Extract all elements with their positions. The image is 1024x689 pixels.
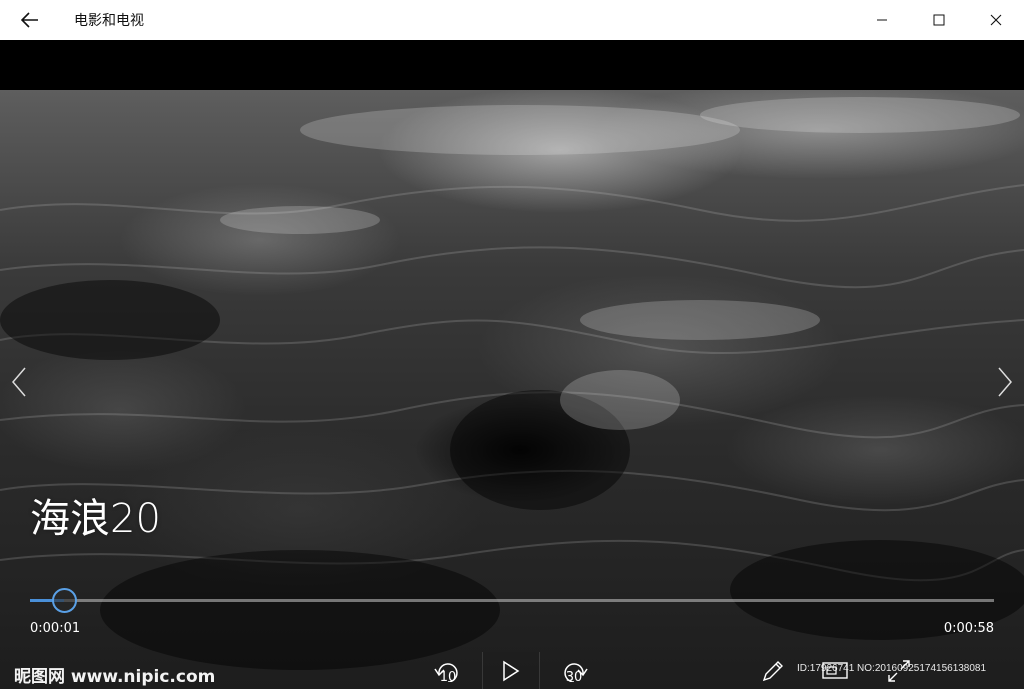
skip-back-button[interactable]: 10: [430, 652, 466, 689]
minimize-button[interactable]: [853, 0, 910, 40]
video-player[interactable]: 海浪20 0:00:01 0:00:58 10 30 昵图网 www.nipic…: [0, 40, 1024, 689]
window-controls: [853, 0, 1024, 40]
play-button[interactable]: [482, 652, 540, 689]
watermark-logo: 昵图网 www.nipic.com: [14, 667, 216, 687]
close-icon: [990, 14, 1001, 26]
back-button[interactable]: [0, 0, 60, 40]
seek-thumb[interactable]: [52, 588, 77, 613]
close-button[interactable]: [967, 0, 1024, 40]
skip-back-label: 10: [439, 670, 457, 685]
watermark-id: ID:17926741 NO:20160925174156138081: [797, 663, 987, 674]
skip-forward-button[interactable]: 30: [556, 652, 592, 689]
app-title: 电影和电视: [74, 13, 144, 29]
total-time: 0:00:58: [943, 621, 994, 636]
arrow-left-icon: [21, 12, 38, 28]
previous-video-button[interactable]: [4, 362, 34, 402]
next-video-button[interactable]: [990, 362, 1020, 402]
title-bar: 电影和电视: [0, 0, 1024, 40]
current-time: 0:00:01: [30, 621, 81, 636]
chevron-left-icon: [12, 367, 26, 397]
skip-forward-label: 30: [565, 670, 583, 685]
letterbox: [0, 40, 1024, 90]
maximize-icon: [933, 14, 944, 26]
maximize-button[interactable]: [910, 0, 967, 40]
minimize-icon: [876, 19, 887, 21]
pencil-icon: [762, 660, 783, 681]
chevron-right-icon: [998, 367, 1012, 397]
seek-bar[interactable]: [30, 599, 994, 602]
play-icon: [503, 660, 520, 681]
edit-button[interactable]: [758, 652, 788, 689]
video-title: 海浪20: [30, 496, 161, 542]
